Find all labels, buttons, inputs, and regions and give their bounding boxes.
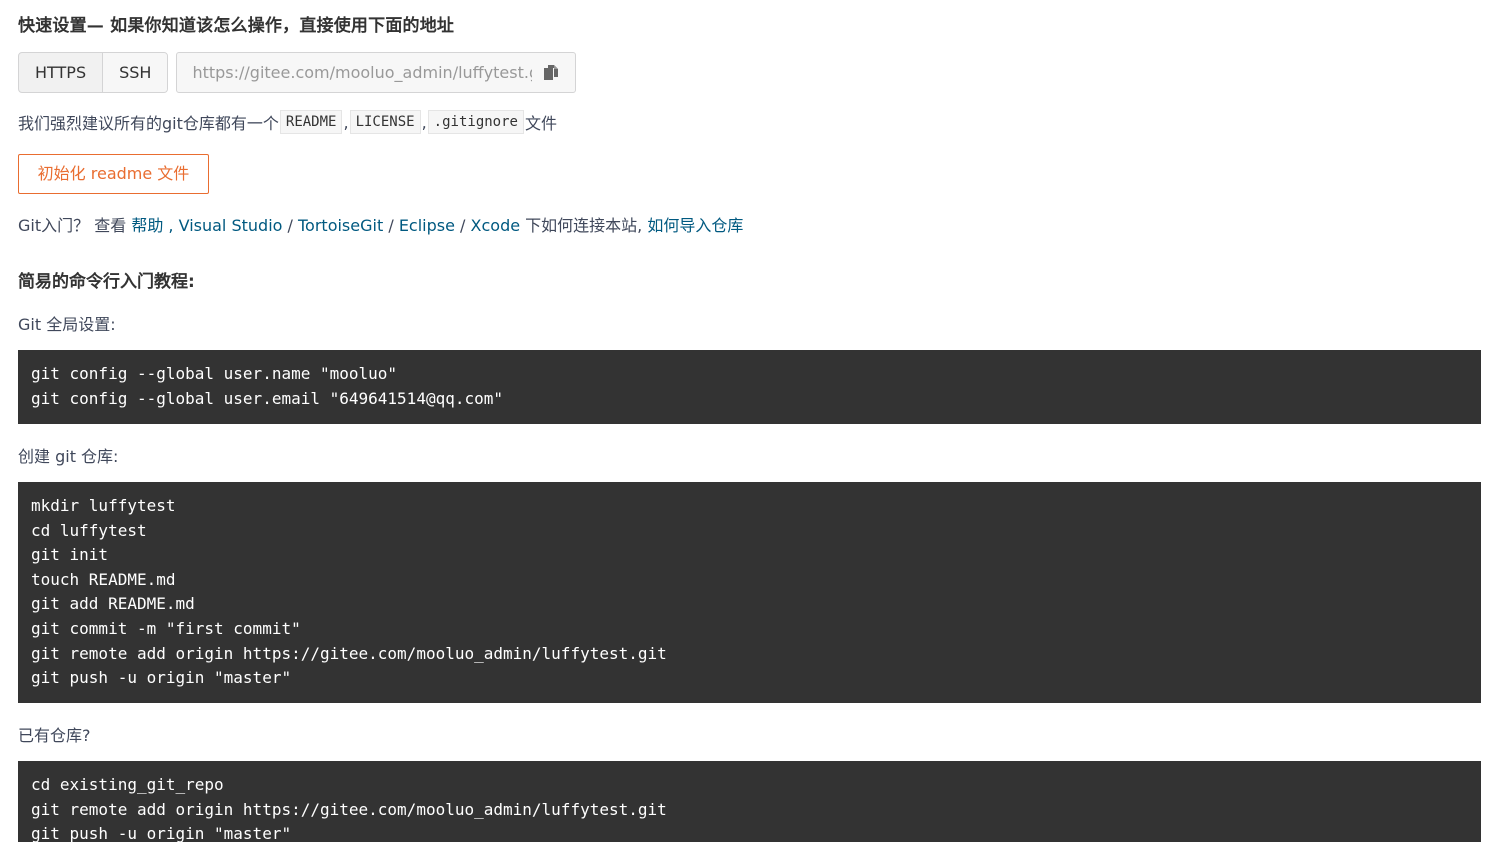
code-line: git remote add origin https://gitee.com/… — [31, 643, 667, 663]
code-line: touch README.md — [31, 569, 176, 589]
clone-url-box — [176, 52, 577, 93]
help-slash: / — [287, 216, 293, 235]
code-line: git push -u origin "master" — [31, 824, 292, 842]
recommend-sep: , — [343, 112, 349, 132]
init-readme-button[interactable]: 初始化 readme 文件 — [18, 154, 209, 194]
create-repo-label: 创建 git 仓库: — [18, 447, 119, 466]
protocol-toggle: HTTPS SSH — [18, 52, 169, 93]
ssh-button[interactable]: SSH — [102, 53, 168, 92]
gitignore-tag: .gitignore — [427, 110, 524, 134]
global-settings-label: Git 全局设置: — [18, 315, 116, 334]
help-link[interactable]: 帮助 — [131, 216, 163, 235]
readme-tag: README — [279, 110, 343, 134]
https-button[interactable]: HTTPS — [19, 53, 102, 92]
code-line: git push -u origin "master" — [31, 668, 292, 688]
clone-bar: HTTPS SSH — [18, 52, 577, 93]
quick-setup-title: 快速设置— 如果你知道该怎么操作，直接使用下面的地址 — [18, 16, 455, 36]
xcode-link[interactable]: Xcode — [471, 216, 521, 235]
help-slash: / — [460, 216, 466, 235]
recommend-prefix: 我们强烈建议所有的git仓库都有一个 — [18, 114, 279, 133]
help-line: Git入门？ 查看 帮助 , Visual Studio / TortoiseG… — [18, 212, 743, 236]
tutorial-title: 简易的命令行入门教程: — [18, 272, 195, 292]
code-line: git add README.md — [31, 594, 195, 614]
code-line: git remote add origin https://gitee.com/… — [31, 799, 667, 819]
code-line: git config --global user.name "mooluo" — [31, 364, 398, 383]
code-line: git init — [31, 545, 109, 565]
existing-repo-label: 已有仓库? — [18, 726, 91, 745]
copy-icon[interactable] — [543, 64, 559, 82]
recommend-sep: , — [421, 112, 427, 132]
visual-studio-link[interactable]: Visual Studio — [179, 216, 283, 235]
import-repo-link[interactable]: 如何导入仓库 — [647, 216, 743, 235]
help-prefix: Git入门？ 查看 — [18, 216, 127, 235]
existing-repo-code[interactable]: cd existing_git_repo git remote add orig… — [18, 761, 1481, 842]
recommend-text: 我们强烈建议所有的git仓库都有一个 README , LICENSE , .g… — [18, 110, 557, 134]
clone-url-input[interactable] — [190, 62, 535, 83]
recommend-suffix: 文件 — [524, 114, 557, 133]
code-line: git commit -m "first commit" — [31, 618, 301, 638]
help-comma: , — [168, 216, 174, 235]
code-line: git config --global user.email "64964151… — [31, 388, 504, 408]
code-line: cd existing_git_repo — [31, 775, 224, 794]
code-line: cd luffytest — [31, 520, 147, 540]
help-slash: / — [388, 216, 394, 235]
code-line: mkdir luffytest — [31, 496, 176, 515]
license-tag: LICENSE — [349, 110, 421, 134]
help-connect-text: 下如何连接本站, — [525, 216, 643, 235]
global-settings-code[interactable]: git config --global user.name "mooluo" g… — [18, 350, 1481, 424]
create-repo-code[interactable]: mkdir luffytest cd luffytest git init to… — [18, 482, 1481, 703]
tortoisegit-link[interactable]: TortoiseGit — [298, 216, 383, 235]
eclipse-link[interactable]: Eclipse — [399, 216, 455, 235]
